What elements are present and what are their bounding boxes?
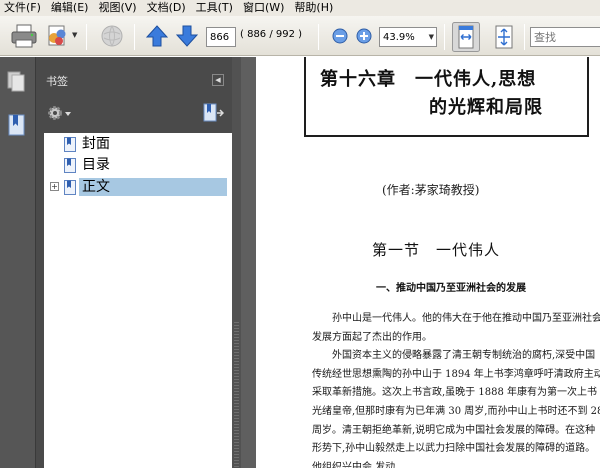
toolbar: ▼ ( 886 / 992 ) ▼ xyxy=(0,16,600,56)
bookmark-item-contents[interactable]: 目录 xyxy=(44,155,232,175)
collaborate-dropdown-icon[interactable]: ▼ xyxy=(72,31,77,39)
bookmarks-panel: 书签 ◀ 封面 目录 + 正文 xyxy=(36,57,232,468)
separator xyxy=(318,24,319,50)
menu-help[interactable]: 帮助(H) xyxy=(290,0,339,16)
search-box[interactable] xyxy=(530,27,600,47)
body-text: 孙中山是一代伟人。他的伟大在于他在推动中国乃至亚洲社会发展方面起了杰出的作用。 … xyxy=(312,310,600,468)
search-input[interactable] xyxy=(531,28,597,46)
bookmarks-toolbar xyxy=(36,97,232,131)
bookmark-label: 正文 xyxy=(79,178,227,196)
expand-icon[interactable]: + xyxy=(50,182,59,191)
separator xyxy=(524,24,525,50)
collapse-panel-icon[interactable]: ◀ xyxy=(212,74,224,86)
menu-view[interactable]: 视图(V) xyxy=(94,0,142,16)
fit-width-icon[interactable] xyxy=(452,22,480,52)
bookmarks-tree: 封面 目录 + 正文 xyxy=(44,133,232,468)
page-count: ( 886 / 992 ) xyxy=(240,29,303,40)
bookmark-item-cover[interactable]: 封面 xyxy=(44,134,232,154)
pages-panel-icon[interactable] xyxy=(6,69,28,93)
separator xyxy=(134,24,135,50)
paragraph: 外国资本主义的侵略暴露了清王朝专制统治的腐朽,深受中国传统经世思想熏陶的孙中山于… xyxy=(312,350,600,468)
navigation-strip xyxy=(0,57,36,468)
subsection-title: 一、推动中国乃至亚洲社会的发展 xyxy=(376,283,526,294)
fit-page-icon[interactable] xyxy=(492,24,516,50)
page-number-input[interactable] xyxy=(206,27,236,47)
print-icon[interactable] xyxy=(10,23,38,49)
options-gear-icon[interactable] xyxy=(46,103,72,123)
previous-page-icon[interactable] xyxy=(146,24,168,48)
bookmarks-panel-icon[interactable] xyxy=(6,113,28,137)
next-page-icon[interactable] xyxy=(176,24,198,48)
separator xyxy=(86,24,87,50)
bookmark-icon xyxy=(64,180,76,195)
bookmarks-header: 书签 ◀ xyxy=(36,57,232,97)
menu-file[interactable]: 文件(F) xyxy=(0,0,47,16)
web-icon xyxy=(101,25,123,47)
chapter-title-box: 第十六章 一代伟人,思想 的光辉和局限 xyxy=(304,57,589,137)
document-view[interactable]: 第十六章 一代伟人,思想 的光辉和局限 (作者:茅家琦教授) 第一节 一代伟人 … xyxy=(241,57,600,468)
menu-document[interactable]: 文档(D) xyxy=(143,0,192,16)
zoom-select[interactable]: ▼ xyxy=(379,27,437,47)
separator xyxy=(444,24,445,50)
bookmark-icon xyxy=(64,137,76,152)
bookmark-label: 封面 xyxy=(82,136,110,152)
section-title: 第一节 一代伟人 xyxy=(372,241,501,259)
new-bookmark-icon[interactable] xyxy=(202,102,224,124)
document-page: 第十六章 一代伟人,思想 的光辉和局限 (作者:茅家琦教授) 第一节 一代伟人 … xyxy=(256,57,600,468)
bookmark-item-main-text[interactable]: + 正文 xyxy=(44,177,232,197)
zoom-out-icon[interactable] xyxy=(332,28,348,44)
author-line: (作者:茅家琦教授) xyxy=(382,183,480,197)
menu-edit[interactable]: 编辑(E) xyxy=(47,0,95,16)
chapter-title-line2: 的光辉和局限 xyxy=(429,97,543,118)
menu-bar: 文件(F) 编辑(E) 视图(V) 文档(D) 工具(T) 窗口(W) 帮助(H… xyxy=(0,0,600,16)
collaborate-icon[interactable] xyxy=(46,23,70,49)
panel-splitter[interactable] xyxy=(232,57,241,468)
paragraph: 孙中山是一代伟人。他的伟大在于他在推动中国乃至亚洲社会发展方面起了杰出的作用。 xyxy=(312,313,600,343)
bookmark-icon xyxy=(64,158,76,173)
splitter-grip[interactable] xyxy=(234,322,239,468)
menu-window[interactable]: 窗口(W) xyxy=(239,0,290,16)
bookmark-label: 目录 xyxy=(82,157,110,173)
menu-tools[interactable]: 工具(T) xyxy=(192,0,239,16)
chapter-title-line1: 第十六章 一代伟人,思想 xyxy=(320,69,537,90)
bookmarks-title: 书签 xyxy=(46,75,68,88)
zoom-in-icon[interactable] xyxy=(356,28,372,44)
zoom-input[interactable] xyxy=(380,28,424,46)
zoom-dropdown-icon[interactable]: ▼ xyxy=(429,33,434,41)
